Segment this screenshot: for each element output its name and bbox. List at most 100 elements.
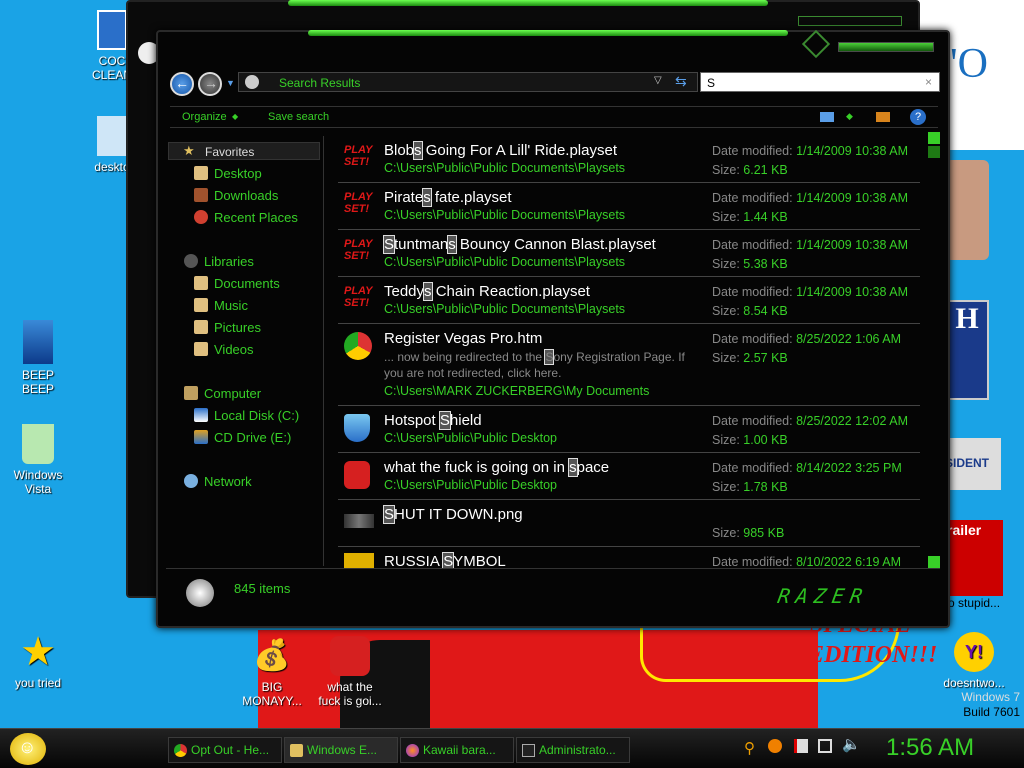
search-match-highlight: S: [438, 411, 451, 430]
search-match-highlight: s: [568, 458, 578, 477]
nav-item-pictures[interactable]: Pictures: [194, 320, 261, 335]
result-name[interactable]: Hotspot Shield: [384, 411, 482, 430]
nav-item-documents[interactable]: Documents: [194, 276, 280, 291]
window-controls[interactable]: [798, 16, 902, 26]
result-date: Date modified: 8/14/2022 3:25 PM: [712, 461, 902, 475]
desktop-icon-angry-birds[interactable]: what the fuck is goi...: [314, 636, 386, 708]
address-dropdown-icon[interactable]: ▽: [654, 75, 662, 86]
history-dropdown-icon[interactable]: ▼: [226, 78, 235, 88]
razer-brand-logo: RAZER: [775, 584, 871, 608]
size-label: Size:: [712, 433, 740, 447]
date-value: 8/25/2022 1:06 AM: [796, 332, 902, 346]
computer-icon: [184, 386, 198, 400]
view-dropdown-icon[interactable]: ◆: [846, 111, 853, 122]
search-input[interactable]: S ×: [700, 72, 940, 92]
nav-item-music[interactable]: Music: [194, 298, 248, 313]
start-button[interactable]: ☺: [10, 733, 46, 765]
action-center-icon[interactable]: [794, 739, 808, 753]
result-name-text: Teddy: [384, 283, 425, 300]
taskbar-item-firefox[interactable]: Kawaii bara...: [400, 737, 514, 763]
nav-favorites-header[interactable]: ★ Favorites: [168, 142, 320, 160]
angry-birds-icon: [344, 461, 370, 489]
nav-network-header[interactable]: Network: [184, 474, 252, 489]
vertical-scrollbar[interactable]: [928, 132, 942, 568]
change-view-icon[interactable]: [820, 112, 834, 122]
result-row[interactable]: Register Vegas Pro.htm ... now being redi…: [338, 324, 920, 406]
date-label: Date modified:: [712, 461, 793, 475]
yahoo-icon: Y!: [954, 632, 994, 672]
taskbar-item-chrome[interactable]: Opt Out - He...: [168, 737, 282, 763]
explorer-window[interactable]: ← → ▼ Search Results ▽ ⇆ S × Organize ◆ Sav…: [156, 29, 950, 628]
desktop-icon-recycle-bin[interactable]: Windows Vista: [2, 424, 74, 496]
result-row[interactable]: SHUT IT DOWN.png Size: 985 KB: [338, 500, 920, 547]
taskbar-clock[interactable]: 1:56 AM: [886, 734, 974, 762]
nav-item-videos[interactable]: Videos: [194, 342, 254, 357]
result-name-text: hield: [449, 412, 482, 429]
desktop-icon-you-tried[interactable]: ★ you tried: [2, 632, 74, 690]
save-search-button[interactable]: Save search: [268, 111, 329, 123]
desktop-icon-big-money[interactable]: 💰 BIG MONAYY...: [236, 636, 308, 708]
result-name-text: Blob: [384, 142, 415, 159]
wallpaper-edition-text: EDITION!!!: [808, 642, 938, 668]
result-row[interactable]: PLAY SET! Pirates fate.playset C:\Users\Pu…: [338, 183, 920, 230]
search-results-list: PLAY SET! Blobs Going For A Lill' Ride.pl…: [338, 136, 924, 568]
scroll-down-icon[interactable]: [928, 556, 940, 568]
result-path: C:\Users\Public\Public Documents\Playset…: [384, 302, 626, 316]
refresh-icon[interactable]: ⇆: [675, 73, 687, 90]
clear-search-icon[interactable]: ×: [925, 75, 932, 89]
nav-item-downloads[interactable]: Downloads: [194, 188, 278, 203]
scroll-thumb[interactable]: [928, 146, 940, 158]
taskbar-item-cmd[interactable]: Administrato...: [516, 737, 630, 763]
playset-icon: PLAY SET!: [344, 191, 373, 215]
date-value: 8/14/2022 3:25 PM: [796, 461, 902, 475]
result-name[interactable]: Pirates fate.playset: [384, 188, 512, 207]
nav-libraries-header[interactable]: Libraries: [184, 254, 254, 269]
window-top-accent: [288, 0, 768, 6]
result-name-text: RUSSIA: [384, 553, 444, 568]
result-name[interactable]: RUSSIA SYMBOL: [384, 552, 506, 568]
desktop-icon-yahoo[interactable]: Y! doesntwo...: [938, 632, 1010, 690]
result-size: Size: 2.57 KB: [712, 351, 788, 365]
nav-item-local-disk[interactable]: Local Disk (C:): [194, 408, 299, 423]
organize-button[interactable]: Organize: [182, 111, 227, 123]
result-name[interactable]: SHUT IT DOWN.png: [382, 505, 523, 524]
result-name[interactable]: Blobs Going For A Lill' Ride.playset: [384, 141, 617, 160]
result-row[interactable]: PLAY SET! Blobs Going For A Lill' Ride.pl…: [338, 136, 920, 183]
cleaner-icon: [97, 10, 127, 50]
result-name-text: Going For A Lill' Ride.playset: [421, 142, 617, 159]
result-name[interactable]: Register Vegas Pro.htm: [384, 330, 542, 347]
forward-button[interactable]: →: [198, 72, 222, 96]
result-name-text: fate.playset: [430, 189, 512, 206]
result-date: Date modified: 8/10/2022 6:19 AM: [712, 555, 901, 568]
back-button[interactable]: ←: [170, 72, 194, 96]
date-value: 1/14/2009 10:38 AM: [796, 144, 908, 158]
result-row[interactable]: PLAY SET! Stuntmans Bouncy Cannon Blast.p…: [338, 230, 920, 277]
scroll-up-icon[interactable]: [928, 132, 940, 144]
search-icon[interactable]: ⚲: [744, 739, 755, 757]
nav-item-recent-places[interactable]: Recent Places: [194, 210, 298, 225]
desktop-icon-beep[interactable]: BEEP BEEP: [2, 320, 74, 396]
volume-icon[interactable]: 🔈: [842, 735, 861, 753]
result-name[interactable]: what the fuck is going on in space: [384, 458, 609, 477]
nav-item-cd-drive[interactable]: CD Drive (E:): [194, 430, 291, 445]
result-row[interactable]: PLAY SET! Teddys Chain Reaction.playset C:…: [338, 277, 920, 324]
command-prompt-icon: [522, 744, 535, 757]
nav-computer-header[interactable]: Computer: [184, 386, 261, 401]
taskbar-item-explorer[interactable]: Windows E...: [284, 737, 398, 763]
size-label: Size:: [712, 351, 740, 365]
network-status-icon[interactable]: [818, 739, 832, 753]
tray-app-icon[interactable]: [768, 739, 782, 753]
arrow-right-icon: →: [204, 75, 218, 91]
help-icon[interactable]: ?: [910, 109, 926, 125]
window-controls[interactable]: [838, 42, 934, 52]
result-row[interactable]: what the fuck is going on in space C:\Use…: [338, 453, 920, 500]
snippet-text: ... now being redirected to the: [384, 350, 546, 364]
result-row[interactable]: RUSSIA SYMBOL Date modified: 8/10/2022 6:…: [338, 547, 920, 568]
preview-pane-icon[interactable]: [876, 112, 890, 122]
result-row[interactable]: Hotspot Shield C:\Users\Public\Public Des…: [338, 406, 920, 453]
result-name[interactable]: Stuntmans Bouncy Cannon Blast.playset: [382, 235, 656, 254]
nav-item-desktop[interactable]: Desktop: [194, 166, 262, 181]
address-bar[interactable]: Search Results ▽ ⇆: [238, 72, 698, 92]
document-icon: [97, 116, 127, 156]
result-name[interactable]: Teddys Chain Reaction.playset: [384, 282, 590, 301]
